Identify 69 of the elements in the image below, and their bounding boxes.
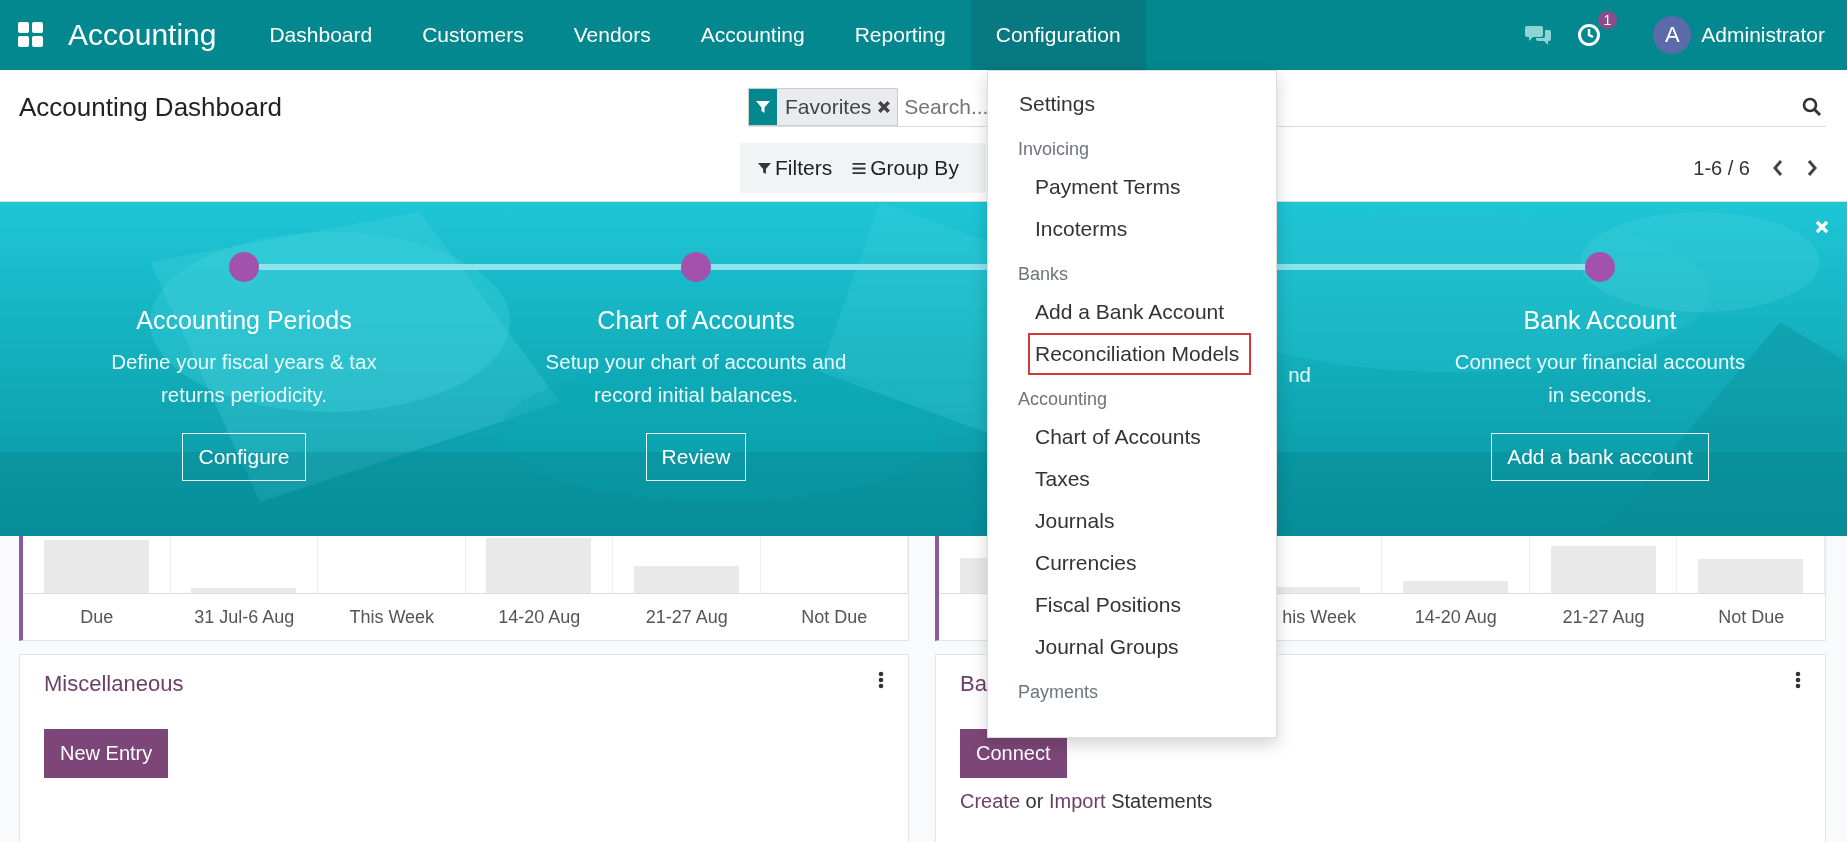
- primary-button[interactable]: New Entry: [44, 729, 169, 778]
- chat-icon[interactable]: [1525, 24, 1552, 46]
- step-button[interactable]: Add a bank account: [1491, 433, 1709, 481]
- step-button[interactable]: Review: [645, 433, 747, 481]
- chart-label: 14-20 Aug: [498, 607, 581, 628]
- menu-item[interactable]: Dashboard: [244, 0, 398, 70]
- menu-item[interactable]: Accounting: [675, 0, 830, 70]
- filter-icon: [756, 100, 770, 114]
- statement-links: Create or Import Statements: [960, 790, 1214, 813]
- step-description: nd: [1288, 363, 1311, 386]
- group-by-button[interactable]: Group By: [842, 156, 969, 180]
- chart-label: Not Due: [801, 607, 868, 628]
- chart-label: 21-27 Aug: [1562, 607, 1645, 628]
- link[interactable]: Create: [960, 790, 1021, 812]
- menu-item[interactable]: Configuration: [970, 0, 1146, 70]
- step-title: Chart of Accounts: [597, 306, 795, 335]
- chart-label: Not Due: [1718, 607, 1785, 628]
- remove-icon[interactable]: [877, 100, 892, 114]
- dropdown-item[interactable]: Chart of Accounts: [1028, 416, 1213, 458]
- chart-label: 14-20 Aug: [1414, 607, 1497, 628]
- step-description: Define your fiscal years & tax: [111, 349, 377, 375]
- user-name[interactable]: Administrator: [1701, 23, 1825, 47]
- journal-title[interactable]: Ba: [960, 671, 987, 697]
- dropdown-item[interactable]: Taxes: [1028, 458, 1102, 500]
- chart-label: 21-27 Aug: [645, 607, 728, 628]
- pager-value[interactable]: 1-6 / 6: [1693, 156, 1750, 180]
- step-description: in seconds.: [1548, 382, 1652, 408]
- chart-label: Due: [80, 607, 114, 628]
- apps-menu-icon[interactable]: [18, 22, 44, 48]
- dropdown-item[interactable]: Payment Terms: [1028, 166, 1193, 208]
- chart-label: This Week: [349, 607, 435, 628]
- dropdown-item[interactable]: Journal Groups: [1028, 626, 1191, 668]
- dropdown-item[interactable]: Incoterms: [1028, 208, 1140, 250]
- user-avatar[interactable]: A: [1653, 16, 1692, 54]
- dropdown-item[interactable]: Currencies: [1028, 542, 1149, 584]
- step-description: Connect your financial accounts: [1454, 349, 1746, 375]
- step-description: returns periodicity.: [161, 382, 327, 408]
- menu-section-header: Invoicing: [1017, 138, 1091, 161]
- step-description: record initial balances.: [594, 382, 798, 408]
- menu-section-header: Payments: [1017, 681, 1100, 704]
- menu-section-header: Banks: [1017, 263, 1070, 286]
- dropdown-item[interactable]: Fiscal Positions: [1028, 584, 1193, 626]
- list-icon: [852, 161, 867, 175]
- more-icon[interactable]: [878, 671, 884, 689]
- menu-item[interactable]: Customers: [397, 0, 549, 70]
- menu-item[interactable]: Reporting: [829, 0, 971, 70]
- link[interactable]: Import: [1048, 790, 1106, 812]
- dropdown-item[interactable]: Add a Bank Account: [1028, 291, 1237, 333]
- dropdown-item[interactable]: Reconciliation Models: [1028, 333, 1252, 375]
- filter-facet[interactable]: Favorites: [748, 88, 899, 126]
- search-icon[interactable]: [1802, 97, 1822, 117]
- chart-label: his Week: [1282, 607, 1357, 628]
- chart-label: 31 Jul-6 Aug: [194, 607, 295, 628]
- step-title: Bank Account: [1523, 306, 1677, 335]
- menu-item[interactable]: Vendors: [548, 0, 676, 70]
- filter-icon: [758, 161, 771, 175]
- app-name[interactable]: Accounting: [68, 18, 217, 52]
- clock-icon[interactable]: [1577, 23, 1602, 47]
- next-icon[interactable]: [1806, 159, 1818, 177]
- dropdown-item[interactable]: Journals: [1028, 500, 1127, 542]
- more-icon[interactable]: [1795, 671, 1801, 689]
- step-title: Accounting Periods: [136, 306, 352, 335]
- step-description: Setup your chart of accounts and: [545, 349, 847, 375]
- notification-badge: 1: [1597, 11, 1618, 29]
- previous-icon[interactable]: [1772, 159, 1784, 177]
- page-title: Accounting Dashboard: [19, 91, 284, 123]
- filters-button[interactable]: Filters: [748, 156, 843, 180]
- journal-title[interactable]: Miscellaneous: [44, 671, 184, 697]
- menu-section-header: Accounting: [1017, 388, 1109, 411]
